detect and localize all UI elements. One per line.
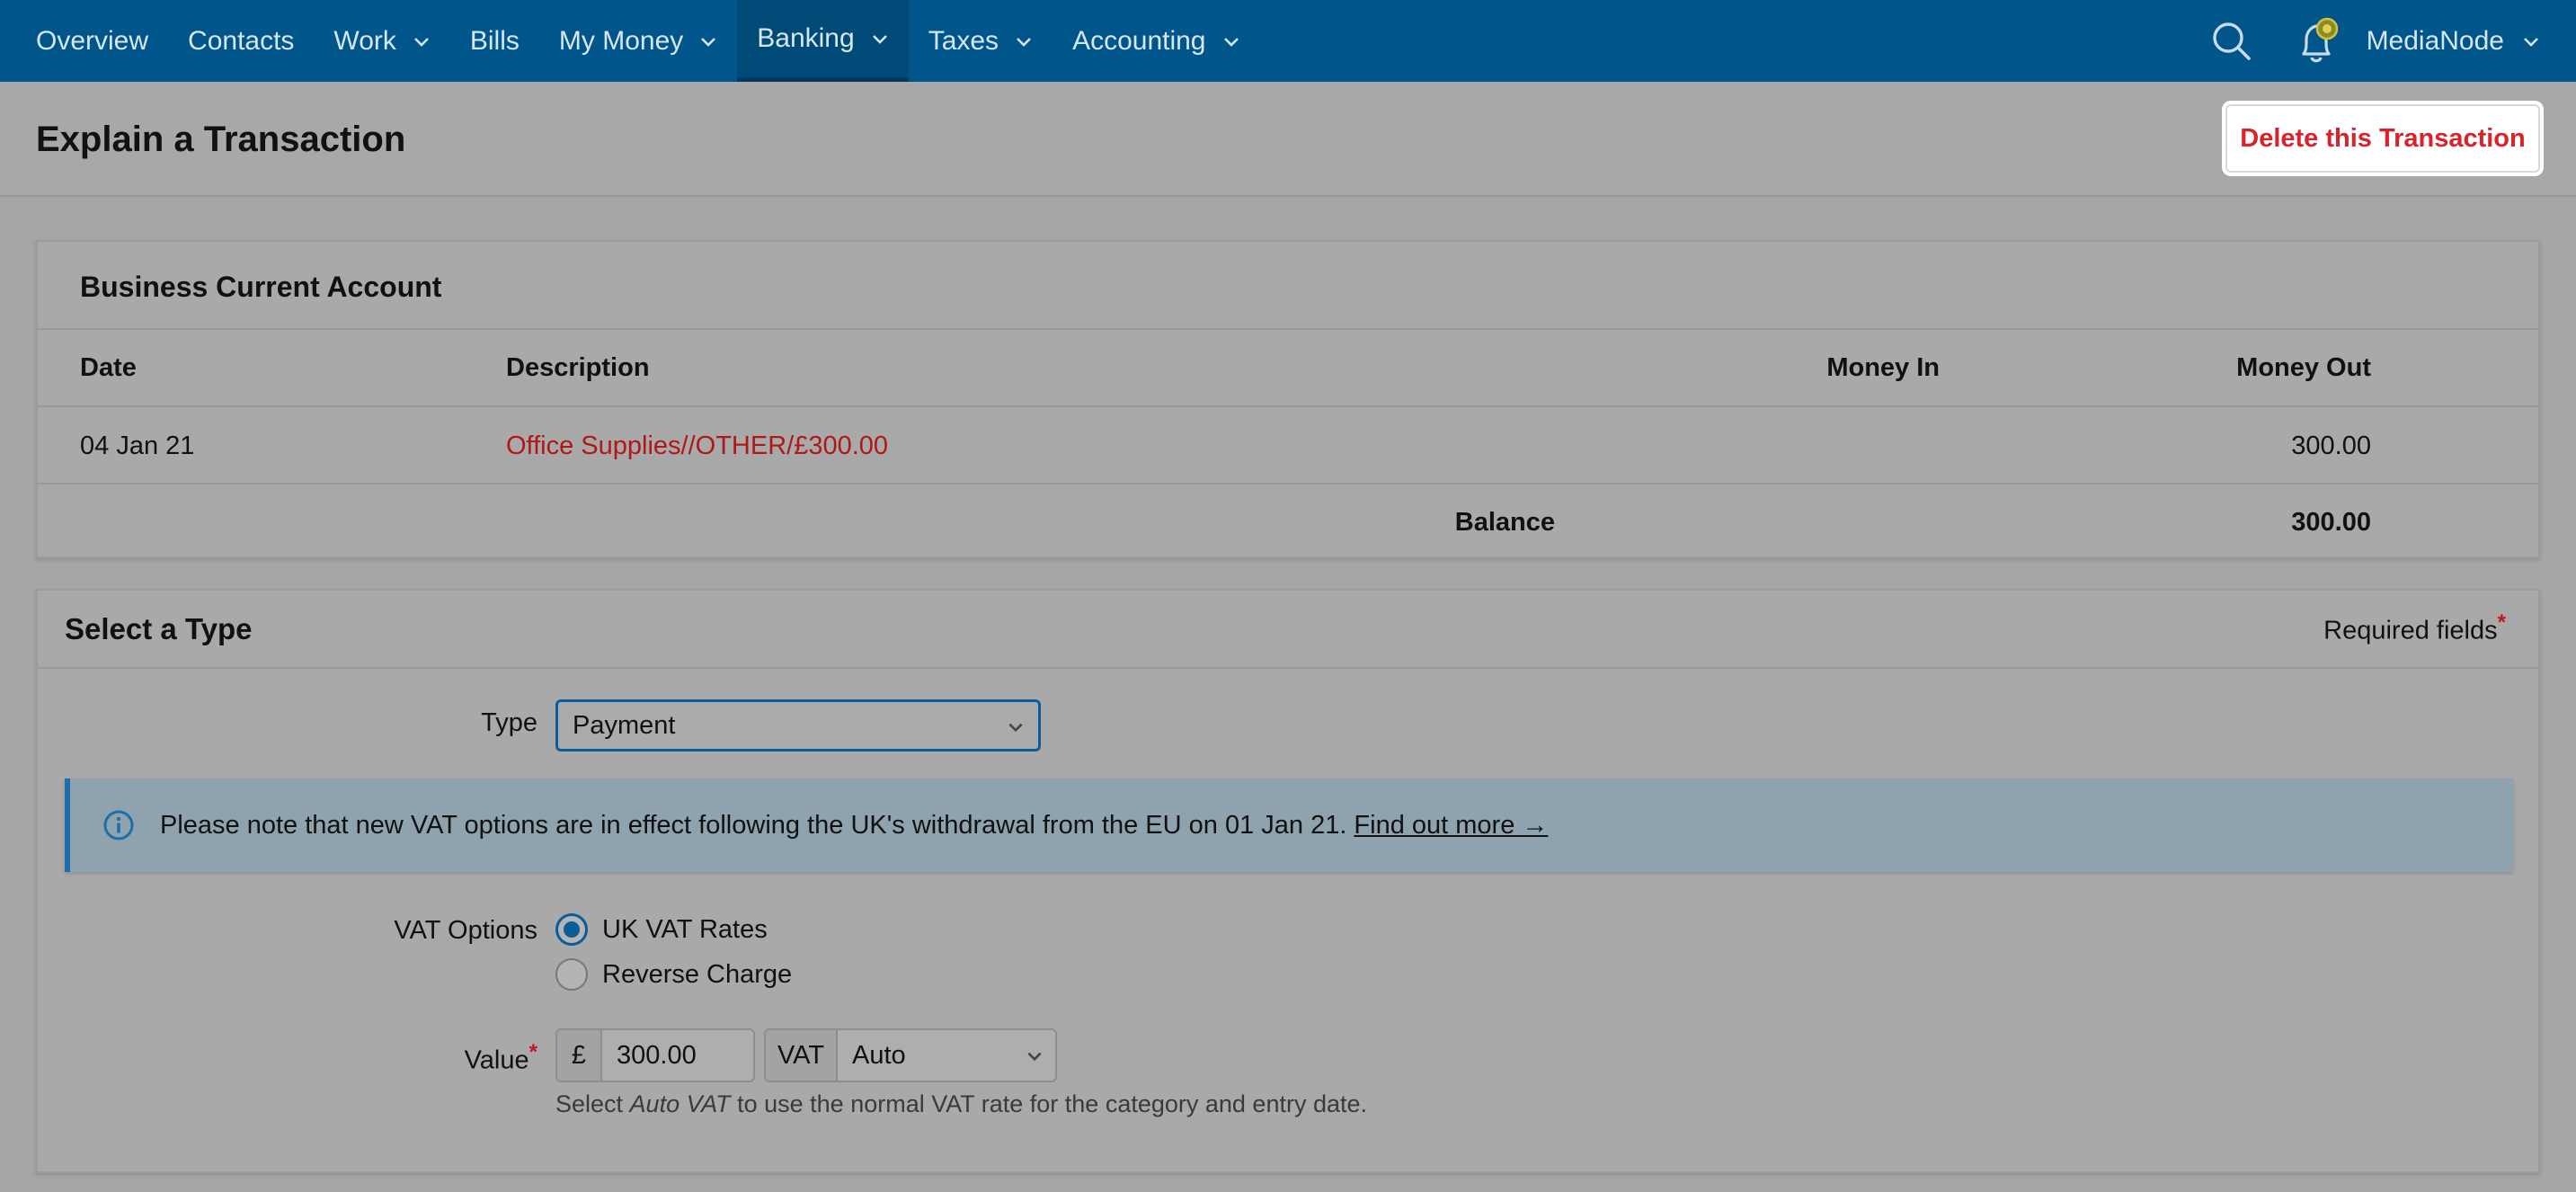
value-input-group: £ 300.00 VAT Auto [555,1028,1057,1082]
required-star: * [529,1040,537,1064]
chevron-down-icon [872,35,887,44]
required-star: * [2497,610,2506,635]
user-menu[interactable]: MediaNode [2361,26,2576,57]
search-button[interactable] [2189,0,2275,82]
info-text: Please note that new VAT options are in … [160,810,1347,840]
divider [38,405,2538,407]
notifications-button[interactable] [2275,0,2361,82]
nav-right-group: MediaNode [2189,0,2576,82]
top-navigation: Overview Contacts Work Bills My Money Ba… [0,0,2576,82]
chevron-down-icon [1223,37,1239,47]
nav-label: Taxes [928,25,999,56]
vat-hint: Select Auto VAT to use the normal VAT ra… [555,1090,1367,1118]
divider [38,483,2538,485]
chevron-down-icon [1008,723,1023,733]
vat-info-banner: Please note that new VAT options are in … [65,778,2513,872]
user-name: MediaNode [2366,25,2504,56]
find-out-more-link[interactable]: Find out more → [1354,811,1548,841]
bell-icon [2301,17,2338,62]
delete-transaction-button[interactable]: Delete this Transaction [2225,104,2540,173]
nav-label: Contacts [188,25,295,56]
divider [38,667,2538,669]
vat-mode-select[interactable]: Auto [836,1028,1057,1082]
radio-checked-icon[interactable] [555,913,588,946]
nav-accounting[interactable]: Accounting [1053,0,1259,82]
divider [38,328,2538,330]
nav-my-money[interactable]: My Money [539,0,737,82]
radio-unchecked-icon[interactable] [555,958,588,991]
nav-label: Accounting [1072,25,1206,56]
chevron-down-icon [1017,37,1031,47]
chevron-down-icon [2524,37,2538,47]
nav-label: Overview [36,25,149,56]
value-input[interactable]: 300.00 [600,1028,755,1082]
column-header-money-out: Money Out [2236,353,2371,382]
search-icon [2212,22,2251,60]
vat-mode-value: Auto [852,1040,906,1070]
required-label: Required fields [2323,616,2498,645]
radio-label: UK VAT Rates [602,914,768,944]
nav-banking[interactable]: Banking [737,0,909,82]
nav-label: Bills [469,25,520,56]
chevron-down-icon [1027,1052,1042,1062]
chevron-down-icon [701,37,716,47]
hint-pre: Select [555,1090,630,1117]
page-header: Explain a Transaction [0,82,2576,197]
balance-value: 300.00 [2291,508,2371,537]
nav-work[interactable]: Work [314,0,449,82]
nav-overview[interactable]: Overview [0,0,168,82]
info-icon [103,810,134,841]
chevron-down-icon [413,37,429,47]
nav-taxes[interactable]: Taxes [909,0,1053,82]
column-header-description: Description [506,353,650,382]
vat-option-uk-rates[interactable]: UK VAT Rates [555,913,768,946]
row-description-link[interactable]: Office Supplies//OTHER/£300.00 [506,431,888,461]
currency-addon: £ [555,1028,600,1082]
nav-contacts[interactable]: Contacts [168,0,314,82]
hint-em: Auto VAT [629,1090,731,1117]
select-type-card: Select a Type Required fields* Type Paym… [36,589,2540,1173]
vat-options-label: VAT Options [394,916,537,945]
type-select[interactable]: Payment [555,699,1041,752]
section-title: Select a Type [65,612,253,645]
nav-label: Banking [757,23,855,53]
row-money-out: 300.00 [2291,431,2371,460]
type-label: Type [481,708,537,737]
column-header-money-in: Money In [1826,353,1940,382]
required-fields-note: Required fields* [2323,610,2506,646]
column-header-date: Date [80,353,137,382]
nav-label: My Money [558,25,684,56]
value-label-text: Value [464,1045,529,1075]
balance-label: Balance [1454,508,1555,537]
vat-addon: VAT [764,1028,836,1082]
value-label: Value* [465,1040,537,1076]
page-title: Explain a Transaction [36,120,406,159]
vat-option-reverse-charge[interactable]: Reverse Charge [555,958,792,991]
nav-label: Work [333,25,396,56]
account-card: Business Current Account Date Descriptio… [36,240,2540,558]
nav-bills[interactable]: Bills [450,0,539,82]
type-select-value: Payment [573,710,676,740]
account-title: Business Current Account [80,271,442,303]
row-date: 04 Jan 21 [80,431,195,460]
hint-post: to use the normal VAT rate for the categ… [730,1090,1368,1117]
radio-label: Reverse Charge [602,959,793,989]
